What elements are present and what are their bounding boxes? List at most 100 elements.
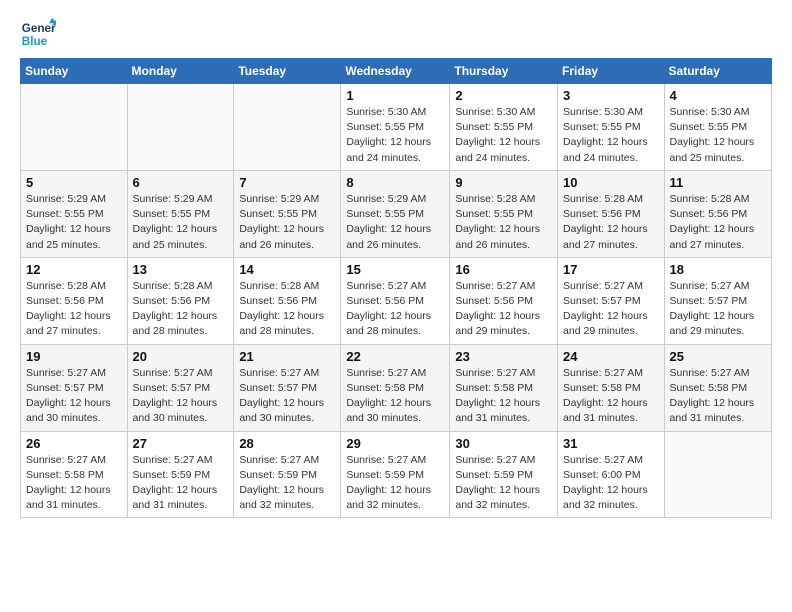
day-number: 7 <box>239 175 335 190</box>
day-cell: 25 Sunrise: 5:27 AM Sunset: 5:58 PM Dayli… <box>664 344 771 431</box>
day-info: Sunrise: 5:27 AM Sunset: 5:57 PM Dayligh… <box>26 366 122 427</box>
day-info: Sunrise: 5:27 AM Sunset: 5:56 PM Dayligh… <box>346 279 444 340</box>
day-info: Sunrise: 5:27 AM Sunset: 5:58 PM Dayligh… <box>455 366 552 427</box>
day-cell: 7 Sunrise: 5:29 AM Sunset: 5:55 PM Daylig… <box>234 170 341 257</box>
logo: General Blue <box>20 16 56 52</box>
day-number: 23 <box>455 349 552 364</box>
page: General Blue SundayMondayTuesdayWednesda… <box>0 0 792 528</box>
day-info: Sunrise: 5:29 AM Sunset: 5:55 PM Dayligh… <box>133 192 229 253</box>
day-info: Sunrise: 5:29 AM Sunset: 5:55 PM Dayligh… <box>26 192 122 253</box>
day-cell: 14Sunrise: 5:28 AM Sunset: 5:56 PM Dayli… <box>234 257 341 344</box>
day-cell: 13 Sunrise: 5:28 AM Sunset: 5:56 PM Dayli… <box>127 257 234 344</box>
day-number: 18 <box>670 262 766 277</box>
day-cell <box>234 84 341 171</box>
day-cell: 11Sunrise: 5:28 AM Sunset: 5:56 PM Dayli… <box>664 170 771 257</box>
day-cell: 12Sunrise: 5:28 AM Sunset: 5:56 PM Dayli… <box>21 257 128 344</box>
weekday-header-tuesday: Tuesday <box>234 59 341 84</box>
day-cell: 27 Sunrise: 5:27 AM Sunset: 5:59 PM Dayli… <box>127 431 234 518</box>
day-info: Sunrise: 5:28 AM Sunset: 5:56 PM Dayligh… <box>133 279 229 340</box>
day-number: 9 <box>455 175 552 190</box>
day-number: 1 <box>346 88 444 103</box>
week-row-4: 19Sunrise: 5:27 AM Sunset: 5:57 PM Dayli… <box>21 344 772 431</box>
week-row-3: 12 Sunrise: 5:28 AM Sunset: 5:56 PM Dayli… <box>21 257 772 344</box>
day-cell: 2 Sunrise: 5:30 AM Sunset: 5:55 PM Daylig… <box>450 84 558 171</box>
day-number: 13 <box>133 262 229 277</box>
day-info: Sunrise: 5:28 AM Sunset: 5:55 PM Dayligh… <box>455 192 552 253</box>
day-info: Sunrise: 5:27 AM Sunset: 5:58 PM Dayligh… <box>670 366 766 427</box>
weekday-header-monday: Monday <box>127 59 234 84</box>
day-number: 11 <box>670 175 766 190</box>
weekday-header-thursday: Thursday <box>450 59 558 84</box>
day-info: Sunrise: 5:30 AM Sunset: 5:55 PM Dayligh… <box>563 105 659 166</box>
day-cell: 17 Sunrise: 5:27 AM Sunset: 5:57 PM Dayli… <box>558 257 665 344</box>
day-info: Sunrise: 5:28 AM Sunset: 5:56 PM Dayligh… <box>563 192 659 253</box>
day-cell: 28 Sunrise: 5:27 AM Sunset: 5:59 PM Dayli… <box>234 431 341 518</box>
day-number: 12 <box>26 262 122 277</box>
header: General Blue <box>20 16 772 52</box>
day-info: Sunrise: 5:30 AM Sunset: 5:55 PM Dayligh… <box>346 105 444 166</box>
day-number: 28 <box>239 436 335 451</box>
day-cell: 29 Sunrise: 5:27 AM Sunset: 5:59 PM Dayli… <box>341 431 450 518</box>
day-info: Sunrise: 5:27 AM Sunset: 5:59 PM Dayligh… <box>455 453 552 514</box>
week-row-5: 26 Sunrise: 5:27 AM Sunset: 5:58 PM Dayli… <box>21 431 772 518</box>
day-number: 29 <box>346 436 444 451</box>
svg-text:Blue: Blue <box>22 35 48 48</box>
day-number: 4 <box>670 88 766 103</box>
weekday-header-wednesday: Wednesday <box>341 59 450 84</box>
svg-text:General: General <box>22 22 56 35</box>
day-cell: 20Sunrise: 5:27 AM Sunset: 5:57 PM Dayli… <box>127 344 234 431</box>
day-cell: 6Sunrise: 5:29 AM Sunset: 5:55 PM Daylig… <box>127 170 234 257</box>
day-info: Sunrise: 5:27 AM Sunset: 5:59 PM Dayligh… <box>346 453 444 514</box>
day-info: Sunrise: 5:30 AM Sunset: 5:55 PM Dayligh… <box>455 105 552 166</box>
day-cell: 5 Sunrise: 5:29 AM Sunset: 5:55 PM Daylig… <box>21 170 128 257</box>
day-info: Sunrise: 5:27 AM Sunset: 5:58 PM Dayligh… <box>346 366 444 427</box>
day-cell: 9 Sunrise: 5:28 AM Sunset: 5:55 PM Daylig… <box>450 170 558 257</box>
day-info: Sunrise: 5:27 AM Sunset: 5:57 PM Dayligh… <box>563 279 659 340</box>
day-cell <box>21 84 128 171</box>
day-cell: 15Sunrise: 5:27 AM Sunset: 5:56 PM Dayli… <box>341 257 450 344</box>
day-number: 22 <box>346 349 444 364</box>
day-number: 31 <box>563 436 659 451</box>
day-number: 21 <box>239 349 335 364</box>
day-cell: 4 Sunrise: 5:30 AM Sunset: 5:55 PM Daylig… <box>664 84 771 171</box>
weekday-header-sunday: Sunday <box>21 59 128 84</box>
logo-icon: General Blue <box>20 16 56 52</box>
day-number: 10 <box>563 175 659 190</box>
day-cell: 30Sunrise: 5:27 AM Sunset: 5:59 PM Dayli… <box>450 431 558 518</box>
day-cell: 8Sunrise: 5:29 AM Sunset: 5:55 PM Daylig… <box>341 170 450 257</box>
day-cell: 19Sunrise: 5:27 AM Sunset: 5:57 PM Dayli… <box>21 344 128 431</box>
day-cell: 3 Sunrise: 5:30 AM Sunset: 5:55 PM Daylig… <box>558 84 665 171</box>
day-number: 26 <box>26 436 122 451</box>
day-number: 27 <box>133 436 229 451</box>
day-number: 20 <box>133 349 229 364</box>
day-cell: 10 Sunrise: 5:28 AM Sunset: 5:56 PM Dayli… <box>558 170 665 257</box>
day-info: Sunrise: 5:27 AM Sunset: 5:57 PM Dayligh… <box>670 279 766 340</box>
day-info: Sunrise: 5:27 AM Sunset: 5:57 PM Dayligh… <box>239 366 335 427</box>
week-row-2: 5 Sunrise: 5:29 AM Sunset: 5:55 PM Daylig… <box>21 170 772 257</box>
day-number: 5 <box>26 175 122 190</box>
day-info: Sunrise: 5:27 AM Sunset: 5:59 PM Dayligh… <box>239 453 335 514</box>
weekday-header-row: SundayMondayTuesdayWednesdayThursdayFrid… <box>21 59 772 84</box>
day-info: Sunrise: 5:27 AM Sunset: 6:00 PM Dayligh… <box>563 453 659 514</box>
day-info: Sunrise: 5:27 AM Sunset: 5:58 PM Dayligh… <box>563 366 659 427</box>
day-cell: 31 Sunrise: 5:27 AM Sunset: 6:00 PM Dayli… <box>558 431 665 518</box>
day-number: 2 <box>455 88 552 103</box>
day-cell: 18 Sunrise: 5:27 AM Sunset: 5:57 PM Dayli… <box>664 257 771 344</box>
calendar-table: SundayMondayTuesdayWednesdayThursdayFrid… <box>20 58 772 518</box>
day-number: 17 <box>563 262 659 277</box>
day-number: 25 <box>670 349 766 364</box>
day-number: 16 <box>455 262 552 277</box>
day-info: Sunrise: 5:27 AM Sunset: 5:59 PM Dayligh… <box>133 453 229 514</box>
day-info: Sunrise: 5:27 AM Sunset: 5:56 PM Dayligh… <box>455 279 552 340</box>
day-number: 3 <box>563 88 659 103</box>
day-info: Sunrise: 5:30 AM Sunset: 5:55 PM Dayligh… <box>670 105 766 166</box>
day-info: Sunrise: 5:27 AM Sunset: 5:58 PM Dayligh… <box>26 453 122 514</box>
week-row-1: 1 Sunrise: 5:30 AM Sunset: 5:55 PM Daylig… <box>21 84 772 171</box>
day-cell: 21 Sunrise: 5:27 AM Sunset: 5:57 PM Dayli… <box>234 344 341 431</box>
day-cell: 23 Sunrise: 5:27 AM Sunset: 5:58 PM Dayli… <box>450 344 558 431</box>
day-number: 14 <box>239 262 335 277</box>
day-info: Sunrise: 5:29 AM Sunset: 5:55 PM Dayligh… <box>239 192 335 253</box>
day-cell: 26 Sunrise: 5:27 AM Sunset: 5:58 PM Dayli… <box>21 431 128 518</box>
day-cell <box>127 84 234 171</box>
day-info: Sunrise: 5:29 AM Sunset: 5:55 PM Dayligh… <box>346 192 444 253</box>
